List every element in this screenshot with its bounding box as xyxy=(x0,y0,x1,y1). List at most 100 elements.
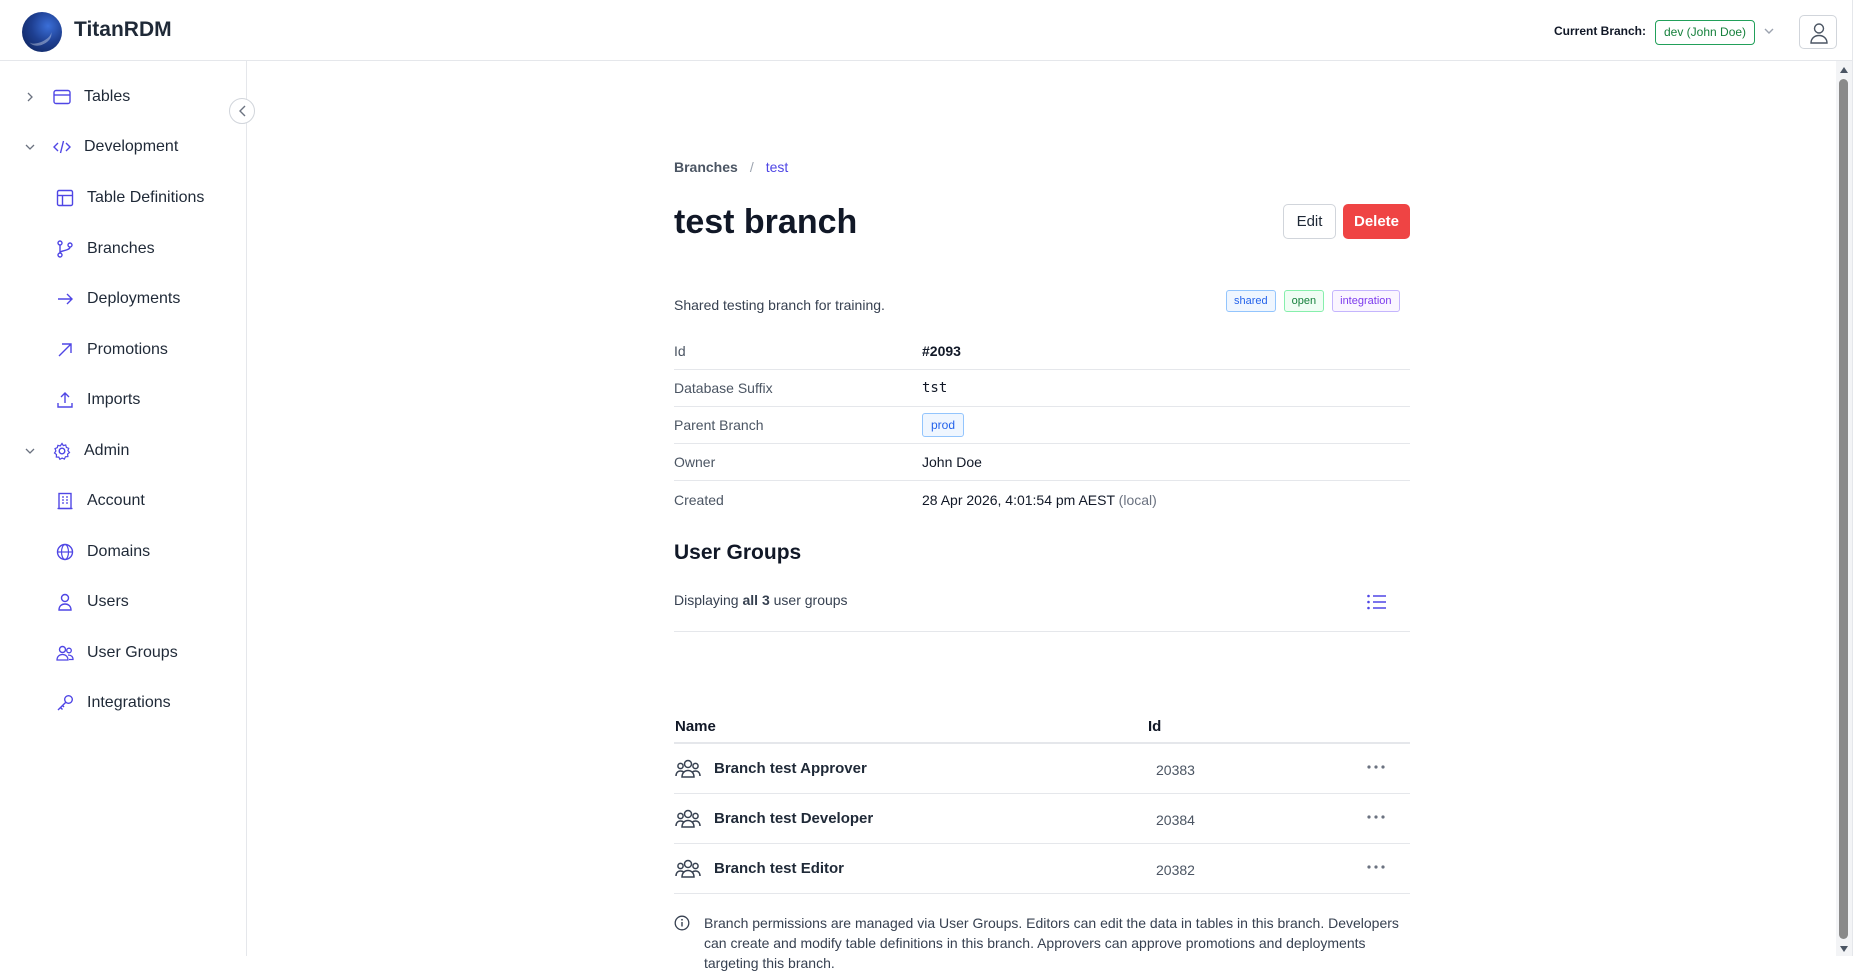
tag-shared: shared xyxy=(1226,290,1276,312)
chevron-down-icon[interactable] xyxy=(24,445,36,457)
prop-row-owner: Owner John Doe xyxy=(674,444,1410,481)
user-icon xyxy=(1810,23,1828,44)
collapse-sidebar-button[interactable] xyxy=(229,98,255,124)
column-header-name[interactable]: Name xyxy=(674,718,1148,735)
row-name[interactable]: Branch test Developer xyxy=(714,810,1148,827)
sidebar-item-imports[interactable]: Imports xyxy=(55,387,140,413)
table-row[interactable]: Branch test Editor 20382 xyxy=(674,844,1410,894)
chevron-right-icon[interactable] xyxy=(24,91,36,103)
scroll-down-arrow-icon[interactable] xyxy=(1840,946,1848,952)
list-view-icon[interactable] xyxy=(1366,592,1388,612)
breadcrumb-separator: / xyxy=(749,159,754,175)
gear-icon xyxy=(53,442,71,461)
current-branch-select[interactable]: dev (John Doe) xyxy=(1655,20,1756,45)
user-icon xyxy=(58,593,72,611)
prop-row-created: Created 28 Apr 2026, 4:01:54 pm AEST (lo… xyxy=(674,481,1410,518)
breadcrumb-branches-link[interactable]: Branches xyxy=(674,159,738,175)
vertical-scrollbar[interactable] xyxy=(1836,61,1852,956)
sidebar-label: Promotions xyxy=(87,341,168,358)
sidebar-label: Development xyxy=(84,138,179,155)
sidebar-item-tables[interactable]: Tables xyxy=(24,84,130,110)
parent-branch-link[interactable]: prod xyxy=(922,413,965,437)
top-header: TitanRDM Current Branch: dev (John Doe) xyxy=(0,0,1874,61)
main-content: Branches / test test branch Edit Delete … xyxy=(248,61,1848,971)
current-branch-label: Current Branch: xyxy=(1554,24,1647,38)
prop-value-note: (local) xyxy=(1118,491,1157,508)
code-icon xyxy=(53,140,71,154)
row-name[interactable]: Branch test Editor xyxy=(714,860,1148,877)
sidebar-item-domains[interactable]: Domains xyxy=(55,539,150,565)
row-id: 20384 xyxy=(1156,812,1195,828)
breadcrumb-current[interactable]: test xyxy=(766,159,789,175)
sidebar-label: User Groups xyxy=(87,644,178,661)
branch-tags: shared open integration xyxy=(1226,290,1400,312)
more-options-icon[interactable] xyxy=(1364,807,1388,827)
prop-value: 28 Apr 2026, 4:01:54 pm AEST xyxy=(922,491,1115,508)
table-row[interactable]: Branch test Approver 20383 xyxy=(674,744,1410,794)
info-icon xyxy=(674,915,690,931)
prop-label: Database Suffix xyxy=(674,380,773,396)
user-group-icon xyxy=(675,759,701,778)
prop-value: John Doe xyxy=(922,454,982,470)
row-name[interactable]: Branch test Approver xyxy=(714,760,1148,777)
sidebar-item-deployments[interactable]: Deployments xyxy=(55,286,180,312)
prop-row-suffix: Database Suffix tst xyxy=(674,370,1410,407)
delete-button[interactable]: Delete xyxy=(1343,204,1410,239)
sidebar-label: Domains xyxy=(87,543,151,560)
tag-integration: integration xyxy=(1332,290,1400,312)
sidebar-item-table-definitions[interactable]: Table Definitions xyxy=(55,185,204,211)
app-logo[interactable] xyxy=(22,12,62,52)
chevron-left-icon xyxy=(239,105,246,117)
scroll-thumb[interactable] xyxy=(1839,79,1848,939)
table-row[interactable]: Branch test Developer 20384 xyxy=(674,794,1410,844)
building-icon xyxy=(57,492,73,510)
summary-prefix: Displaying xyxy=(674,592,739,608)
prop-row-id: Id #2093 xyxy=(674,333,1410,370)
prop-label: Id xyxy=(674,343,686,359)
sidebar-label: Tables xyxy=(84,88,131,105)
chevron-down-icon[interactable] xyxy=(24,141,36,153)
more-options-icon[interactable] xyxy=(1364,757,1388,777)
user-menu-button[interactable] xyxy=(1799,15,1837,49)
edit-button[interactable]: Edit xyxy=(1283,204,1336,239)
sidebar-item-admin[interactable]: Admin xyxy=(24,438,129,464)
prop-label: Parent Branch xyxy=(674,417,764,433)
table-icon xyxy=(53,89,71,105)
prop-label: Owner xyxy=(674,454,716,470)
key-icon xyxy=(57,695,73,711)
user-groups-heading: User Groups xyxy=(674,541,802,564)
sidebar-item-development[interactable]: Development xyxy=(24,134,178,160)
sidebar-label: Table Definitions xyxy=(87,189,205,206)
sidebar-item-integrations[interactable]: Integrations xyxy=(55,690,171,716)
sidebar-label: Admin xyxy=(84,442,130,459)
chevron-down-icon[interactable] xyxy=(1762,24,1776,38)
git-branch-icon xyxy=(57,240,73,258)
globe-icon xyxy=(56,543,74,561)
permissions-info: Branch permissions are managed via User … xyxy=(674,913,1410,973)
sidebar-item-account[interactable]: Account xyxy=(55,488,145,514)
prop-value: #2093 xyxy=(922,343,961,359)
user-group-icon xyxy=(675,859,701,878)
more-options-icon[interactable] xyxy=(1364,857,1388,877)
summary-count: all 3 xyxy=(742,592,770,608)
row-id: 20382 xyxy=(1156,862,1195,878)
sidebar-label: Account xyxy=(87,492,145,509)
sidebar-item-branches[interactable]: Branches xyxy=(55,236,155,262)
summary-suffix: user groups xyxy=(773,592,848,608)
prop-row-parent: Parent Branch prod xyxy=(674,407,1410,444)
sidebar-item-users[interactable]: Users xyxy=(55,589,129,615)
sidebar-item-user-groups[interactable]: User Groups xyxy=(55,640,178,666)
app-title[interactable]: TitanRDM xyxy=(74,18,172,42)
column-header-id[interactable]: Id xyxy=(1148,718,1161,735)
sidebar-label: Branches xyxy=(87,240,155,257)
sidebar-label: Imports xyxy=(87,391,141,408)
branch-description: Shared testing branch for training. xyxy=(674,297,885,313)
scroll-up-arrow-icon[interactable] xyxy=(1840,67,1848,73)
table-layout-icon xyxy=(56,189,74,207)
sidebar-label: Users xyxy=(87,593,129,610)
sidebar-item-promotions[interactable]: Promotions xyxy=(55,337,168,363)
breadcrumb: Branches / test xyxy=(674,159,788,175)
branch-properties: Id #2093 Database Suffix tst Parent Bran… xyxy=(674,333,1410,518)
page-title: test branch xyxy=(674,203,858,241)
user-groups-summary: Displaying all 3 user groups xyxy=(674,592,1410,632)
